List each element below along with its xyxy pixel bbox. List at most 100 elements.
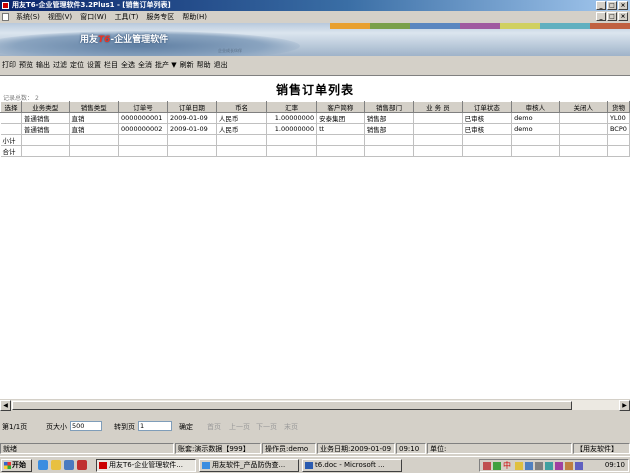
ie-icon[interactable] [38,460,48,470]
column-header[interactable]: 销售类型 [68,101,120,113]
filter-button[interactable]: 过滤 [53,60,70,70]
volume-icon[interactable] [575,462,583,470]
scroll-thumb[interactable] [12,401,572,410]
windows-logo-icon [4,462,11,469]
columns-button[interactable]: 栏目 [104,60,121,70]
child-window-controls: _ □ × [596,12,628,21]
system-tray: 中 09:10 [479,459,629,472]
first-page-button[interactable]: 首页 [207,422,221,432]
refresh-button[interactable]: 刷新 [180,60,197,70]
banner-stripe [590,23,630,29]
minimize-button[interactable]: _ [596,1,606,10]
next-page-button[interactable]: 下一页 [256,422,277,432]
table-row[interactable]: 普通销售 直销 0000000002 2009-01-09 人民币 1.0000… [0,123,630,135]
status-business-date: 业务日期:2009-01-09 [317,443,395,454]
banner-stripe [370,23,410,29]
table-cell: 2009-01-09 [167,112,217,124]
table-cell: 1.00000000 [266,123,318,135]
preview-button[interactable]: 预览 [19,60,36,70]
menu-help[interactable]: 帮助(H) [178,12,211,22]
column-header[interactable]: 汇率 [266,101,318,113]
table-cell: 人民币 [216,123,268,135]
prev-page-button[interactable]: 上一页 [229,422,250,432]
scroll-left-icon[interactable]: ◀ [0,400,11,411]
scroll-right-icon[interactable]: ▶ [619,400,630,411]
deselect-all-button[interactable]: 全消 [138,60,155,70]
help-button[interactable]: 帮助 [197,60,214,70]
menu-view[interactable]: 视图(V) [44,12,76,22]
column-header[interactable]: 货物 [606,101,630,113]
column-header[interactable]: 销售部门 [363,101,415,113]
tray-icon[interactable] [483,462,491,470]
horizontal-scrollbar[interactable]: ◀ ▶ [0,399,630,411]
ime-icon[interactable]: 中 [503,462,511,470]
exit-button[interactable]: 退出 [214,60,231,70]
column-header[interactable]: 审核人 [511,101,560,113]
tray-icon[interactable] [535,462,543,470]
task-word[interactable]: t6.doc - Microsoft ... [302,459,402,472]
maximize-button[interactable]: □ [607,1,617,10]
subtotal-row: 小计 [0,134,630,146]
table-cell: 2009-01-09 [167,123,217,135]
table-cell: 普通销售 [21,123,70,135]
confirm-button[interactable]: 确定 [179,422,193,432]
column-header[interactable]: 订单状态 [461,101,513,113]
close-button[interactable]: × [618,1,628,10]
table-row[interactable]: 普通销售 直销 0000000001 2009-01-09 人民币 1.0000… [0,112,630,124]
page-size-label: 页大小 [46,423,67,431]
settings-button[interactable]: 设置 [87,60,104,70]
menu-service[interactable]: 服务专区 [142,12,178,22]
folder-icon[interactable] [51,460,61,470]
desktop-icon[interactable] [64,460,74,470]
menu-tools[interactable]: 工具(T) [111,12,143,22]
column-header[interactable]: 业务类型 [20,101,70,113]
table-cell: tt [316,123,365,135]
menu-system[interactable]: 系统(S) [12,12,44,22]
table-cell [413,123,463,135]
column-header[interactable]: 业 务 员 [413,101,463,113]
banner-stripe [410,23,460,29]
table-cell: demo [511,112,560,124]
taskbar: 开始 用友T6-企业管理软件... 用友软件_产品防伪查... t6.doc -… [0,456,630,473]
column-header[interactable]: 客户简称 [316,101,365,113]
product-banner: 用友T6-企业管理软件 企业成长伙伴 [0,23,630,56]
status-brand: 【用友软件】 [573,443,630,454]
child-restore-button[interactable]: □ [607,12,617,21]
task-browser[interactable]: 用友软件_产品防伪查... [199,459,299,472]
page-size-input[interactable] [70,421,102,431]
product-logo: 用友T6-企业管理软件 [80,35,169,45]
banner-slogan: 企业成长伙伴 [218,48,242,53]
table-cell [413,112,463,124]
order-table: 选择 业务类型 销售类型 订单号 订单日期 币名 汇率 客户简称 销售部门 业 … [0,101,630,157]
quicklaunch-icon[interactable] [77,460,87,470]
status-ready: 就绪 [0,443,174,454]
select-cell[interactable] [0,112,22,124]
banner-stripe [500,23,540,29]
goto-page-input[interactable] [138,421,172,431]
last-page-button[interactable]: 末页 [284,422,298,432]
task-t6[interactable]: 用友T6-企业管理软件... [96,459,196,472]
tray-icon[interactable] [555,462,563,470]
menu-window[interactable]: 窗口(W) [76,12,110,22]
select-all-button[interactable]: 全选 [121,60,138,70]
locate-button[interactable]: 定位 [70,60,87,70]
table-cell: 已审核 [462,112,513,124]
tray-icon[interactable] [525,462,533,470]
tray-icon[interactable] [515,462,523,470]
start-button[interactable]: 开始 [1,459,32,472]
export-button[interactable]: 输出 [36,60,53,70]
child-minimize-button[interactable]: _ [596,12,606,21]
print-button[interactable]: 打印 [2,60,19,70]
document-icon[interactable] [2,13,9,21]
tray-icon[interactable] [545,462,553,470]
column-header[interactable]: 关闭人 [558,101,608,113]
tray-icon[interactable] [493,462,501,470]
select-cell[interactable] [0,123,22,135]
tray-icon[interactable] [565,462,573,470]
column-header[interactable]: 选择 [0,101,22,113]
child-close-button[interactable]: × [618,12,628,21]
column-header[interactable]: 币名 [215,101,268,113]
column-header[interactable]: 订单号 [118,101,168,113]
column-header[interactable]: 订单日期 [166,101,217,113]
batch-dropdown-button[interactable]: 批产 ▼ [155,60,180,70]
